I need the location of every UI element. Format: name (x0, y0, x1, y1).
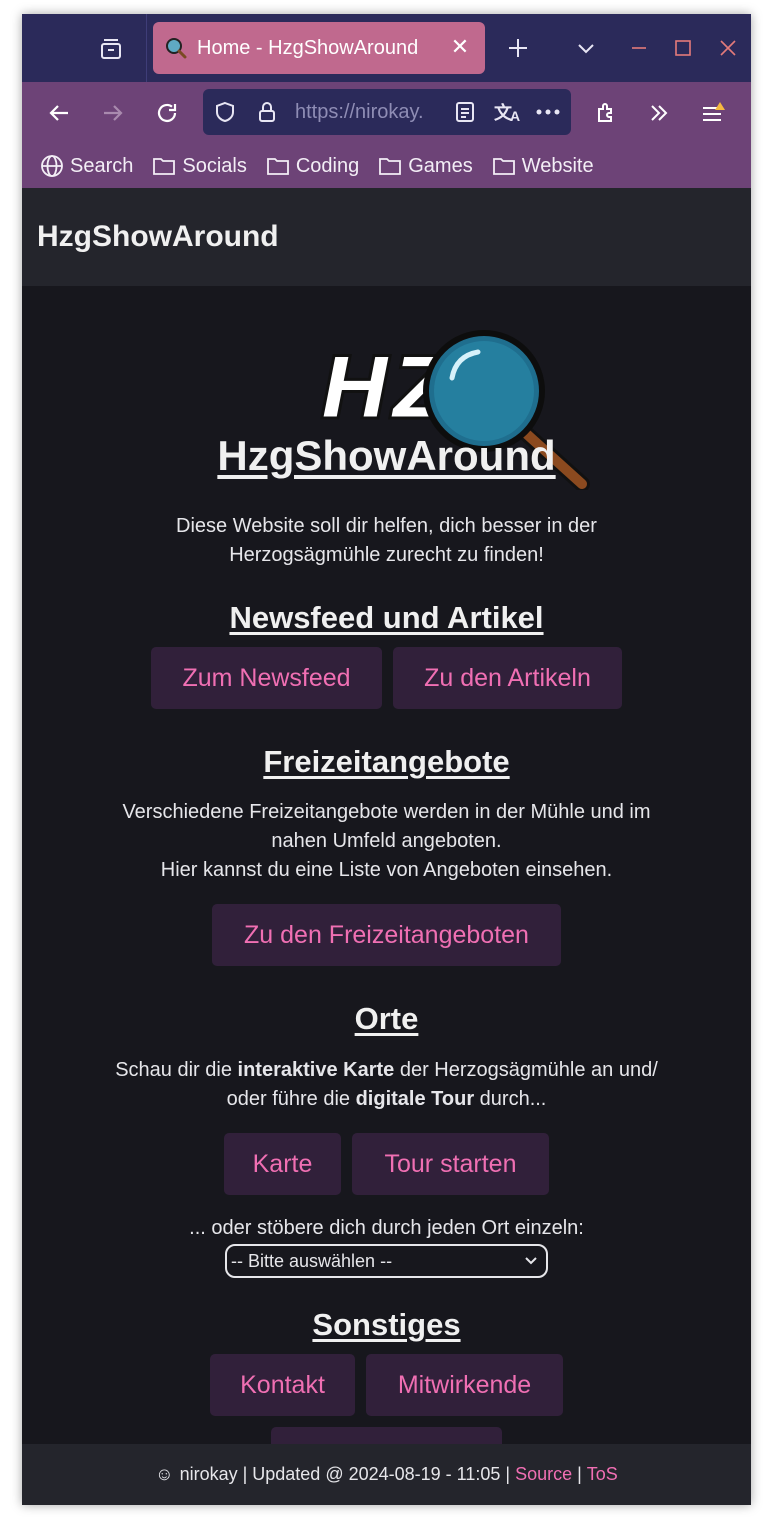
articles-button[interactable]: Zu den Artikeln (393, 647, 622, 709)
contact-button[interactable]: Kontakt (210, 1354, 355, 1416)
folder-icon (492, 158, 515, 175)
tab-list-chevron-icon[interactable] (574, 36, 598, 60)
bookmark-folder-games[interactable]: Games (378, 154, 473, 178)
bookmark-label: Games (408, 154, 473, 177)
places-text-part: durch... (474, 1088, 547, 1110)
intro-line: Diese Website soll dir helfen, dich bess… (176, 515, 597, 537)
site-footer: ☺︎ nirokay | Updated @ 2024-08-19 - 11:0… (22, 1444, 751, 1505)
browse-text: ... oder stöbere dich durch jeden Ort ei… (189, 1217, 584, 1239)
bookmark-label: Socials (182, 154, 247, 177)
misc-heading: Sonstiges (312, 1307, 461, 1342)
leisure-button[interactable]: Zu den Freizeitangeboten (212, 904, 561, 966)
forward-arrow-icon[interactable] (100, 100, 126, 126)
url-bar[interactable]: https://nirokay. 文A (203, 89, 571, 135)
main-content: HZG HzgShowAround Diese Website soll dir… (22, 286, 751, 1489)
bookmark-label: Coding (295, 154, 360, 177)
place-select-value: -- Bitte auswählen -- (231, 1251, 393, 1271)
tab-separator (146, 14, 147, 82)
magnifier-favicon-icon (165, 37, 187, 59)
places-text-part: oder führe die (226, 1088, 356, 1110)
tab-active[interactable]: Home - HzgShowAround ✕ (153, 22, 485, 74)
places-heading: Orte (354, 1001, 419, 1036)
leisure-text: Verschiedene Freizeitangebote werden in … (82, 798, 691, 885)
folder-icon (266, 158, 289, 175)
tour-button[interactable]: Tour starten (352, 1133, 549, 1195)
place-select[interactable]: -- Bitte auswählen -- (225, 1244, 548, 1278)
newsfeed-heading: Newsfeed und Artikel (229, 600, 544, 635)
reader-view-icon[interactable] (453, 100, 477, 124)
url-text[interactable]: https://nirokay. (295, 101, 445, 124)
site-header: HzgShowAround (22, 188, 751, 286)
window-close-icon[interactable] (717, 36, 739, 60)
newsfeed-button[interactable]: Zum Newsfeed (151, 647, 382, 709)
leisure-heading: Freizeitangebote (263, 744, 510, 779)
places-text-part: der Herzogsägmühle an und/ (394, 1059, 658, 1081)
browser-window: Home - HzgShowAround ✕ https://nirokay. … (22, 14, 751, 1505)
folder-icon (379, 158, 402, 175)
chevron-down-icon (525, 1257, 537, 1265)
digital-tour-emphasis: digitale Tour (355, 1088, 475, 1110)
intro-text: Diese Website soll dir helfen, dich bess… (82, 512, 691, 570)
leisure-line: Hier kannst du eine Liste von Angeboten … (160, 859, 613, 881)
globe-icon (41, 155, 63, 177)
tab-close-icon[interactable]: ✕ (449, 36, 471, 58)
bookmark-label: Search (70, 154, 134, 177)
navigation-toolbar: https://nirokay. 文A (22, 82, 751, 144)
bookmark-folder-coding[interactable]: Coding (266, 155, 359, 178)
translate-icon[interactable]: 文A (493, 98, 521, 126)
footer-logo-icon: ☺︎ (155, 1464, 174, 1484)
footer-text: nirokay | Updated @ 2024-08-19 - 11:05 | (179, 1464, 516, 1484)
folder-icon (153, 158, 176, 175)
map-button[interactable]: Karte (224, 1133, 341, 1195)
leisure-line: Verschiedene Freizeitangebote werden in … (122, 801, 651, 823)
new-tab-icon[interactable] (506, 36, 530, 60)
bookmark-folder-website[interactable]: Website (492, 155, 594, 178)
leisure-line: nahen Umfeld angeboten. (271, 830, 502, 852)
back-arrow-icon[interactable] (46, 100, 72, 126)
contributors-button[interactable]: Mitwirkende (366, 1354, 563, 1416)
lock-icon[interactable] (255, 100, 279, 124)
source-link[interactable]: Source (515, 1464, 572, 1485)
bookmarks-toolbar: Search Socials Coding Games Website (22, 144, 751, 188)
intro-line: Herzogsägmühle zurecht zu finden! (229, 544, 544, 566)
minimize-icon[interactable] (628, 36, 650, 60)
maximize-icon[interactable] (672, 36, 694, 60)
bookmark-label: Website (521, 154, 594, 177)
reload-icon[interactable] (154, 100, 180, 126)
interactive-map-emphasis: interaktive Karte (237, 1059, 395, 1081)
tos-link[interactable]: ToS (587, 1464, 618, 1485)
firefox-view-icon[interactable] (98, 36, 124, 62)
bookmark-search[interactable]: Search (40, 154, 133, 178)
app-menu-icon[interactable] (700, 100, 728, 126)
places-text-part: Schau dir die (115, 1059, 238, 1081)
more-options-icon[interactable] (535, 100, 561, 124)
overflow-chevrons-icon[interactable] (646, 100, 672, 126)
hero-title: HzgShowAround (217, 432, 556, 479)
shield-icon[interactable] (213, 100, 237, 124)
bookmark-folder-socials[interactable]: Socials (152, 154, 247, 178)
footer-separator: | (572, 1464, 587, 1484)
extensions-icon[interactable] (594, 100, 620, 126)
site-brand[interactable]: HzgShowAround (37, 220, 279, 254)
places-text: Schau dir die interaktive Karte der Herz… (82, 1056, 691, 1114)
tab-title: Home - HzgShowAround (197, 36, 419, 59)
tab-bar: Home - HzgShowAround ✕ (22, 14, 751, 82)
